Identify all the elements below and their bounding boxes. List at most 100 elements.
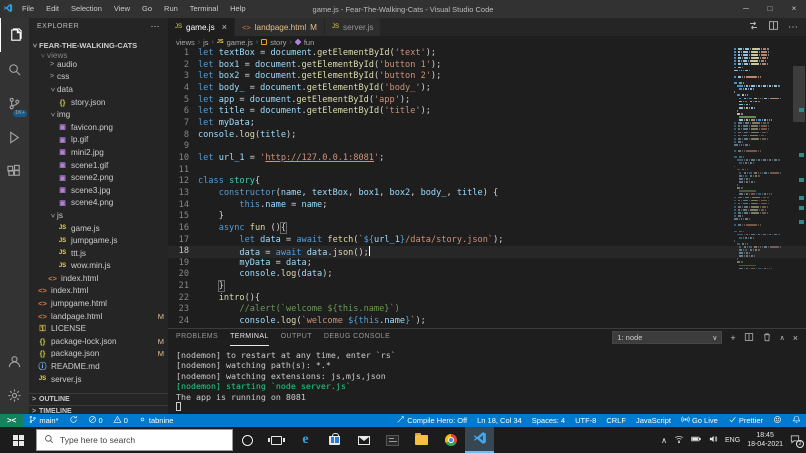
taskbar-app-vscode[interactable] <box>465 427 494 453</box>
tree-item-views[interactable]: > views <box>29 52 168 58</box>
language-indicator[interactable]: ENG <box>725 437 740 444</box>
tab-server.js[interactable]: JS server.js <box>324 18 382 36</box>
close-icon[interactable]: × <box>782 0 806 18</box>
tree-item-ttt.js[interactable]: JS ttt.js <box>29 247 168 260</box>
minimap[interactable] <box>734 48 792 328</box>
tree-item-js[interactable]: > js <box>29 209 168 222</box>
tree-item-data[interactable]: > data <box>29 83 168 96</box>
code-line-17[interactable]: 17 let data = await fetch(`${url_1}/data… <box>168 235 806 247</box>
panel-tab-output[interactable]: OUTPUT <box>281 329 312 346</box>
code-line-11[interactable]: 11 <box>168 165 806 177</box>
tree-item-scene2.png[interactable]: ▣ scene2.png <box>29 171 168 184</box>
code-line-7[interactable]: 7 let myData; <box>168 118 806 130</box>
status-sync[interactable] <box>64 414 83 427</box>
activity-extensions[interactable] <box>0 154 29 188</box>
breadcrumb-item[interactable]: js <box>203 38 208 47</box>
minimize-icon[interactable]: ─ <box>734 0 758 18</box>
maximize-panel-icon[interactable]: ∧ <box>780 334 785 342</box>
timeline-section[interactable]: > TIMELINE <box>29 405 168 414</box>
explorer-more-actions-icon[interactable]: ⋯ <box>151 21 161 32</box>
code-line-14[interactable]: 14 this.name = name; <box>168 200 806 212</box>
status-bell[interactable] <box>787 414 806 427</box>
code-line-6[interactable]: 6 let title = document.getElementById('ti… <box>168 106 806 118</box>
more-actions-icon[interactable]: ⋯ <box>788 22 798 33</box>
panel-tab-problems[interactable]: PROBLEMS <box>176 329 218 346</box>
battery-icon[interactable] <box>691 434 701 446</box>
code-line-9[interactable]: 9 <box>168 141 806 153</box>
tree-item-wow.min.js[interactable]: JS wow.min.js <box>29 260 168 273</box>
taskbar-app-mail[interactable] <box>349 427 378 453</box>
status-spaces-4[interactable]: Spaces: 4 <box>527 414 570 427</box>
code-line-12[interactable]: 12 class story{ <box>168 176 806 188</box>
status-crlf[interactable]: CRLF <box>601 414 631 427</box>
menu-selection[interactable]: Selection <box>65 0 108 18</box>
activity-source-control[interactable]: 1K+ <box>0 86 29 120</box>
terminal-output[interactable]: [nodemon] to restart at any time, enter … <box>168 346 806 412</box>
taskbar-app-command-prompt[interactable] <box>378 427 407 453</box>
outline-section[interactable]: > OUTLINE <box>29 393 168 405</box>
tree-item-css[interactable]: > css <box>29 71 168 84</box>
status-go-live[interactable]: Go Live <box>676 414 723 427</box>
tree-item-license[interactable]: ⚿ LICENSE <box>29 322 168 335</box>
code-line-5[interactable]: 5 let app = document.getElementById('app'… <box>168 95 806 107</box>
tree-item-img[interactable]: > img <box>29 108 168 121</box>
split-editor-icon[interactable] <box>768 18 779 36</box>
new-terminal-icon[interactable]: + <box>730 333 735 343</box>
menu-run[interactable]: Run <box>158 0 184 18</box>
code-line-19[interactable]: 19 myData = data; <box>168 258 806 270</box>
menu-view[interactable]: View <box>108 0 136 18</box>
menu-go[interactable]: Go <box>136 0 158 18</box>
status-javascript[interactable]: JavaScript <box>631 414 676 427</box>
code-line-2[interactable]: 2 let box1 = document.getElementById('but… <box>168 60 806 72</box>
status-tabnine[interactable]: tabnine <box>133 414 179 427</box>
code-line-24[interactable]: 24 console.log(`welcome ${this.name}`); <box>168 316 806 328</box>
status-prettier[interactable]: Prettier <box>723 414 768 427</box>
panel-tab-terminal[interactable]: TERMINAL <box>230 329 269 346</box>
tree-item-jumpgame.js[interactable]: JS jumpgame.js <box>29 234 168 247</box>
tree-item-readme.md[interactable]: ⓘ README.md <box>29 360 168 373</box>
tree-item-package-lock.json[interactable]: {} package-lock.json M <box>29 335 168 348</box>
tree-item-audio[interactable]: > audio <box>29 58 168 71</box>
breadcrumb-item[interactable]: fun <box>304 38 314 47</box>
breadcrumb-item[interactable]: story <box>270 38 286 47</box>
code-line-3[interactable]: 3 let box2 = document.getElementById('but… <box>168 71 806 83</box>
status-ln-18-col-34[interactable]: Ln 18, Col 34 <box>472 414 527 427</box>
tree-item-package.json[interactable]: {} package.json M <box>29 348 168 361</box>
tray-expand-icon[interactable]: ∧ <box>661 436 667 445</box>
code-line-4[interactable]: 4 let body_ = document.getElementById('bo… <box>168 83 806 95</box>
code-line-21[interactable]: 21 } <box>168 280 806 293</box>
breadcrumb-item[interactable]: game.js <box>227 38 253 47</box>
notification-center-icon[interactable]: 2 <box>790 434 804 448</box>
tree-item-index.html[interactable]: <> index.html <box>29 272 168 285</box>
activity-account[interactable] <box>0 344 29 378</box>
tree-item-lp.gif[interactable]: ▣ lp.gif <box>29 134 168 147</box>
taskbar-search-input[interactable]: Type here to search <box>36 429 233 451</box>
activity-explorer[interactable] <box>0 18 29 52</box>
code-line-20[interactable]: 20 console.log(data); <box>168 269 806 281</box>
volume-icon[interactable] <box>708 434 718 446</box>
taskbar-app-cortana[interactable] <box>233 427 262 453</box>
status-feedback[interactable] <box>768 414 787 427</box>
tree-item-jumpgame.html[interactable]: <> jumpgame.html <box>29 297 168 310</box>
split-terminal-icon[interactable] <box>744 332 754 344</box>
tree-item-scene4.png[interactable]: ▣ scene4.png <box>29 197 168 210</box>
activity-settings[interactable] <box>0 378 29 412</box>
status-0[interactable]: 0 <box>108 414 133 427</box>
tree-item-mini2.jpg[interactable]: ▣ mini2.jpg <box>29 146 168 159</box>
start-button[interactable] <box>0 427 36 453</box>
code-line-8[interactable]: 8 console.log(title); <box>168 130 806 142</box>
code-line-16[interactable]: 16 async fun (){ <box>168 221 806 235</box>
code-line-22[interactable]: 22 intro(){ <box>168 293 806 305</box>
status-utf-8[interactable]: UTF-8 <box>570 414 601 427</box>
tree-item-story.json[interactable]: {} story.json <box>29 96 168 109</box>
kill-terminal-icon[interactable] <box>762 332 772 344</box>
status-compile-hero-off[interactable]: Compile Hero: Off <box>391 414 472 427</box>
code-line-15[interactable]: 15 } <box>168 211 806 223</box>
tree-item-scene3.jpg[interactable]: ▣ scene3.jpg <box>29 184 168 197</box>
taskbar-app-chrome[interactable] <box>436 427 465 453</box>
tree-item-favicon.png[interactable]: ▣ favicon.png <box>29 121 168 134</box>
terminal-shell-select[interactable]: 1: node ∨ <box>612 331 723 344</box>
status-0[interactable]: 0 <box>83 414 108 427</box>
taskbar-app-edge[interactable]: e <box>291 427 320 453</box>
remote-indicator[interactable]: >< <box>0 414 24 427</box>
